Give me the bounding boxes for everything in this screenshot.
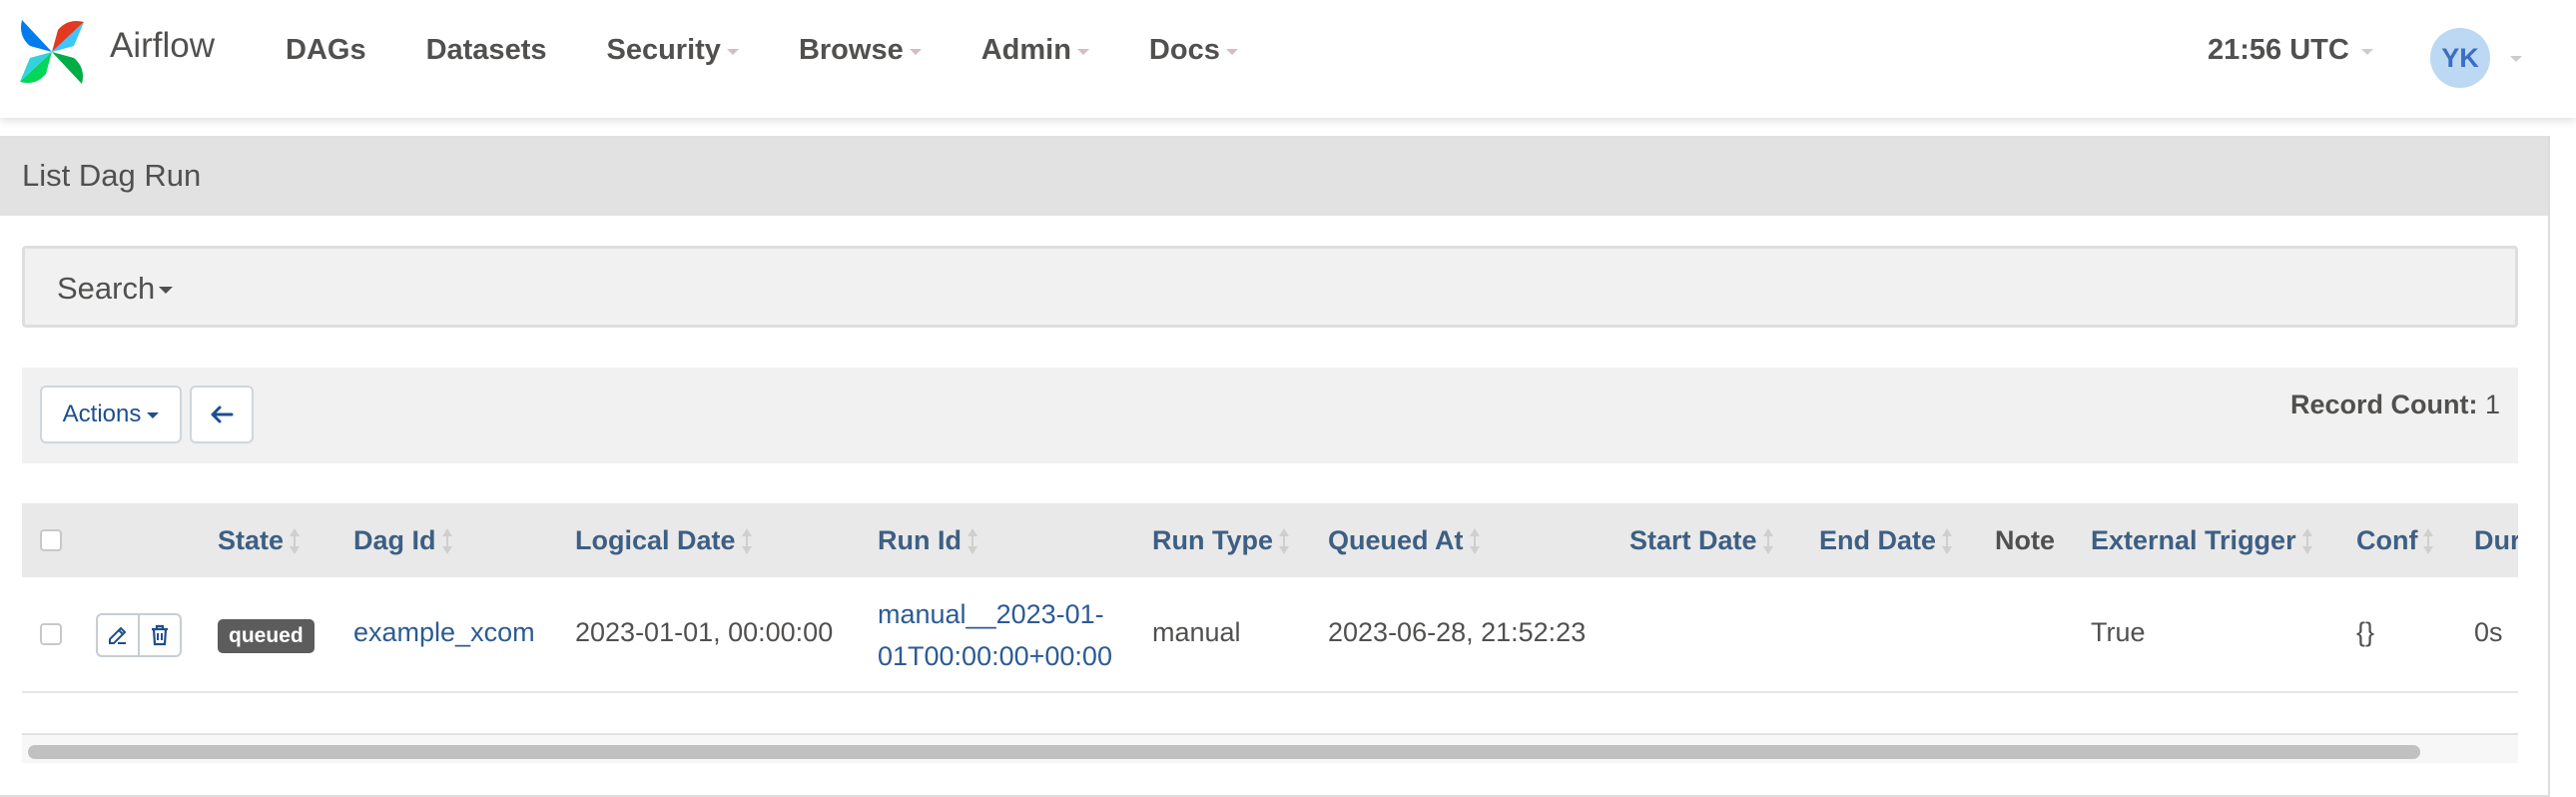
actions-button[interactable]: Actions bbox=[40, 386, 182, 443]
header-label: Dag Id bbox=[353, 525, 436, 555]
chevron-down-icon bbox=[726, 48, 739, 55]
caret-down-icon bbox=[159, 286, 174, 294]
search-label: Search bbox=[57, 271, 156, 306]
sort-icon bbox=[2423, 527, 2434, 554]
external-trigger-cell: True bbox=[2091, 617, 2146, 647]
table-header: State Dag Id Logical Date Run Id Run Typ… bbox=[22, 503, 2518, 577]
nav-dags-label: DAGs bbox=[286, 34, 366, 66]
edit-record-button[interactable] bbox=[96, 613, 140, 657]
state-badge: queued bbox=[218, 619, 315, 653]
delete-record-button[interactable] bbox=[138, 613, 182, 657]
brand-name: Airflow bbox=[110, 26, 216, 65]
nav-admin-label: Admin bbox=[980, 34, 1071, 66]
nav-browse-label: Browse bbox=[798, 34, 904, 66]
header-label: External Trigger bbox=[2091, 525, 2296, 555]
nav-dags[interactable]: DAGs bbox=[286, 34, 366, 67]
chevron-down-icon bbox=[1225, 48, 1238, 55]
header-dag-id[interactable]: Dag Id bbox=[353, 525, 452, 556]
run-type-cell: manual bbox=[1152, 617, 1241, 647]
record-count: Record Count: 1 bbox=[2290, 390, 2500, 420]
airflow-pinwheel-logo bbox=[20, 20, 84, 84]
conf-cell: {} bbox=[2356, 617, 2375, 647]
nav-docs-label: Docs bbox=[1148, 34, 1220, 66]
brand[interactable]: Airflow bbox=[16, 16, 215, 88]
nav-docs[interactable]: Docs bbox=[1149, 34, 1238, 67]
queued-at-cell: 2023-06-28, 21:52:23 bbox=[1328, 617, 1587, 647]
scrollbar-thumb[interactable] bbox=[28, 745, 2420, 759]
header-run-id[interactable]: Run Id bbox=[878, 525, 977, 556]
nav-datasets[interactable]: Datasets bbox=[426, 34, 547, 67]
logical-date-cell: 2023-01-01, 00:00:00 bbox=[575, 617, 834, 647]
back-button[interactable] bbox=[190, 386, 254, 443]
select-all-checkbox[interactable] bbox=[40, 529, 62, 551]
user-avatar[interactable]: YK bbox=[2430, 28, 2490, 88]
table-row: queued example_xcom 2023-01-01, 00:00:00… bbox=[22, 577, 2518, 693]
header-label: Conf bbox=[2356, 525, 2418, 555]
current-time: 21:56 UTC bbox=[2208, 34, 2349, 66]
header-duration[interactable]: Dur bbox=[2474, 525, 2518, 556]
list-toolbar: Actions Record Count: 1 bbox=[22, 368, 2518, 463]
chevron-down-icon bbox=[2360, 48, 2373, 55]
record-count-value: 1 bbox=[2484, 390, 2500, 419]
header-label: Run Type bbox=[1152, 525, 1273, 555]
caret-down-icon bbox=[147, 412, 160, 418]
page-title: List Dag Run bbox=[0, 136, 2548, 216]
dag-run-table: State Dag Id Logical Date Run Id Run Typ… bbox=[22, 503, 2518, 763]
arrow-left-icon bbox=[211, 405, 234, 423]
header-external-trigger[interactable]: External Trigger bbox=[2091, 525, 2312, 556]
chevron-down-icon[interactable] bbox=[2510, 56, 2522, 62]
sort-icon bbox=[290, 527, 301, 554]
edit-icon bbox=[109, 626, 127, 644]
header-label: Logical Date bbox=[575, 525, 736, 555]
sort-icon bbox=[966, 527, 977, 554]
run-id-line: manual__2023-01- bbox=[878, 599, 1104, 629]
actions-label: Actions bbox=[62, 400, 142, 427]
row-checkbox[interactable] bbox=[40, 623, 62, 645]
sort-icon bbox=[1762, 527, 1773, 554]
nav-security-label: Security bbox=[606, 34, 721, 66]
nav-security[interactable]: Security bbox=[606, 34, 739, 67]
horizontal-scrollbar[interactable] bbox=[22, 733, 2518, 763]
header-label: Start Date bbox=[1629, 525, 1757, 555]
header-label: Queued At bbox=[1328, 525, 1464, 555]
list-panel: List Dag Run Search Actions Record Count… bbox=[0, 136, 2550, 797]
chevron-down-icon bbox=[909, 48, 922, 55]
run-id-line: 01T00:00:00+00:00 bbox=[878, 641, 1112, 671]
header-run-type[interactable]: Run Type bbox=[1152, 525, 1289, 556]
header-label: End Date bbox=[1819, 525, 1937, 555]
header-state[interactable]: State bbox=[218, 525, 301, 556]
search-toggle[interactable]: Search bbox=[57, 271, 174, 307]
search-panel[interactable]: Search bbox=[22, 246, 2518, 328]
header-label: State bbox=[218, 525, 285, 555]
main-nav: DAGs Datasets Security Browse Admin Docs bbox=[286, 34, 1298, 67]
header-logical-date[interactable]: Logical Date bbox=[575, 525, 752, 556]
header-label: Note bbox=[1995, 525, 2055, 555]
top-navbar: Airflow DAGs Datasets Security Browse Ad… bbox=[0, 0, 2576, 118]
sort-icon bbox=[1279, 527, 1289, 554]
sort-icon bbox=[1469, 527, 1480, 554]
header-end-date[interactable]: End Date bbox=[1819, 525, 1953, 556]
header-label: Run Id bbox=[878, 525, 962, 555]
header-conf[interactable]: Conf bbox=[2356, 525, 2434, 556]
run-id-link[interactable]: manual__2023-01- 01T00:00:00+00:00 bbox=[878, 593, 1112, 677]
record-count-label: Record Count: bbox=[2289, 390, 2478, 419]
sort-icon bbox=[441, 527, 452, 554]
trash-icon bbox=[152, 624, 168, 646]
header-start-date[interactable]: Start Date bbox=[1629, 525, 1773, 556]
duration-cell: 0s bbox=[2474, 617, 2503, 647]
sort-icon bbox=[1942, 527, 1953, 554]
header-label: Dur bbox=[2474, 525, 2518, 555]
chevron-down-icon bbox=[1076, 48, 1089, 55]
nav-browse[interactable]: Browse bbox=[799, 34, 922, 67]
header-note: Note bbox=[1995, 525, 2055, 556]
nav-datasets-label: Datasets bbox=[425, 34, 547, 66]
dag-id-link[interactable]: example_xcom bbox=[353, 617, 535, 648]
nav-admin[interactable]: Admin bbox=[981, 34, 1089, 67]
header-queued-at[interactable]: Queued At bbox=[1328, 525, 1480, 556]
sort-icon bbox=[741, 527, 752, 554]
sort-icon bbox=[2301, 527, 2312, 554]
timezone-selector[interactable]: 21:56 UTC bbox=[2208, 34, 2373, 67]
